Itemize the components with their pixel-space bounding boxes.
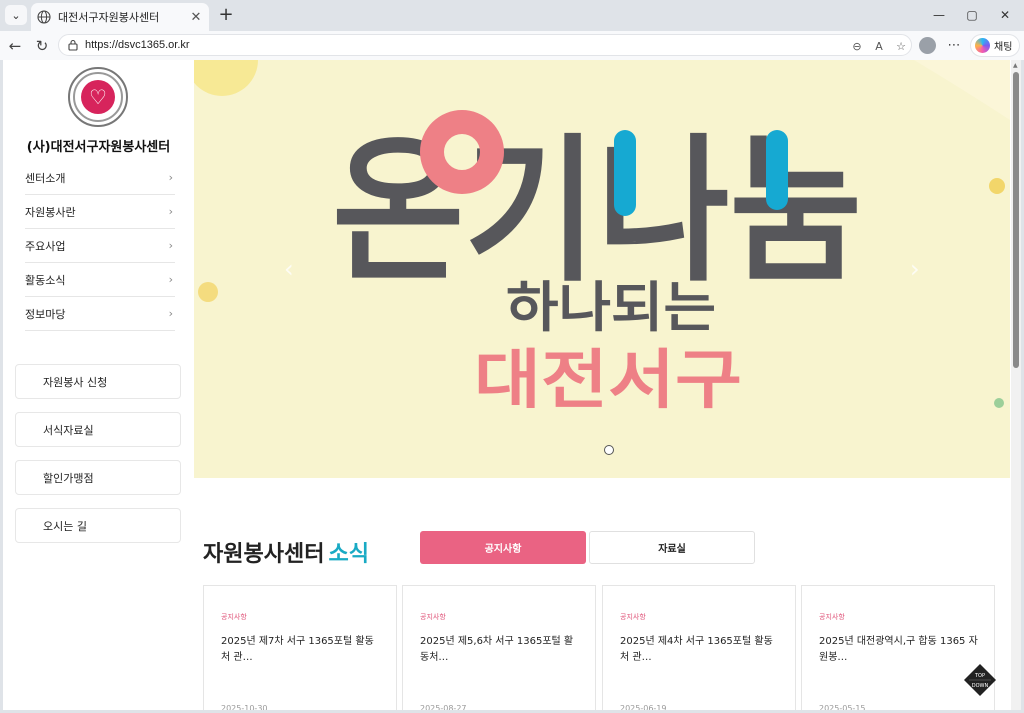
heart-icon: ♡ bbox=[81, 80, 115, 114]
card-category: 공지사항 bbox=[420, 613, 446, 621]
tab-notices[interactable]: 공지사항 bbox=[420, 531, 586, 564]
more-options-button[interactable]: ⋯ bbox=[944, 35, 964, 55]
chevron-right-icon: › bbox=[168, 205, 173, 218]
maximize-button[interactable]: ▢ bbox=[959, 4, 985, 26]
menu-item-activity-news[interactable]: 활동소식 › bbox=[25, 263, 175, 297]
slide-next-icon[interactable]: › bbox=[910, 255, 920, 283]
card-date: 2025-10-30 bbox=[221, 704, 268, 710]
menu-item-info[interactable]: 정보마당 › bbox=[25, 297, 175, 331]
browser-tab-active[interactable]: 대전서구자원봉사센터 ✕ bbox=[31, 3, 209, 31]
page-viewport: ♡ (사)대전서구자원봉사센터 센터소개 › 자원봉사란 › 주요사업 › 활동소식 ›… bbox=[3, 60, 1021, 710]
copilot-chat-button[interactable]: 채팅 bbox=[970, 34, 1020, 57]
address-bar-row: ← ↻ https://dsvc1365.or.kr ⊖ A ☆ ⋯ 채팅 bbox=[0, 31, 1024, 60]
tab-close-icon[interactable]: ✕ bbox=[187, 8, 205, 26]
refresh-button[interactable]: ↻ bbox=[31, 35, 53, 57]
card-date: 2025-05-15 bbox=[819, 704, 866, 710]
copilot-icon bbox=[975, 38, 990, 53]
minimize-button[interactable]: — bbox=[926, 4, 952, 26]
news-card[interactable]: 공지사항 2025년 제7차 서구 1365포털 활동처 관… 2025-10-… bbox=[203, 585, 397, 710]
hero-graphic: 온기나눔 하나되는 대전서구 bbox=[194, 60, 1010, 418]
browser-tab-bar: ⌄ 대전서구자원봉사센터 ✕ + — ▢ ✕ bbox=[0, 0, 1024, 31]
diamond-icon bbox=[964, 664, 996, 696]
tab-resources[interactable]: 자료실 bbox=[589, 531, 755, 564]
news-card[interactable]: 공지사항 2025년 제4차 서구 1365포털 활동처 관… 2025-06-… bbox=[602, 585, 796, 710]
sidebar: ♡ (사)대전서구자원봉사센터 센터소개 › 자원봉사란 › 주요사업 › 활동소식 ›… bbox=[3, 60, 194, 710]
back-button[interactable]: ← bbox=[4, 35, 26, 57]
card-category: 공지사항 bbox=[221, 613, 247, 621]
quick-link-discount-stores[interactable]: 할인가맹점 bbox=[15, 460, 181, 495]
top-down-button[interactable]: TOP DOWN bbox=[963, 663, 997, 697]
quick-link-volunteer-apply[interactable]: 자원봉사 신청 bbox=[15, 364, 181, 399]
new-tab-button[interactable]: + bbox=[216, 5, 236, 25]
favorite-star-icon[interactable]: ☆ bbox=[893, 38, 909, 54]
news-section-title: 자원봉사센터 소식 bbox=[203, 542, 369, 567]
chevron-right-icon: › bbox=[168, 239, 173, 252]
card-title: 2025년 제7차 서구 1365포털 활동처 관… bbox=[221, 636, 374, 663]
profile-avatar[interactable] bbox=[919, 37, 936, 54]
slide-indicator-dot[interactable] bbox=[604, 445, 614, 455]
scrollbar-thumb[interactable] bbox=[1013, 72, 1019, 368]
scroll-up-icon[interactable]: ▲ bbox=[1013, 62, 1019, 69]
refresh-icon: ↻ bbox=[35, 37, 49, 55]
card-date: 2025-08-27 bbox=[420, 704, 467, 710]
card-title: 2025년 제5,6차 서구 1365포털 활동처… bbox=[420, 636, 574, 663]
chevron-right-icon: › bbox=[168, 273, 173, 286]
hero-banner: 온기나눔 하나되는 대전서구 ‹ › bbox=[194, 60, 1010, 478]
org-name: (사)대전서구자원봉사센터 bbox=[26, 140, 171, 155]
news-card[interactable]: 공지사항 2025년 제5,6차 서구 1365포털 활동처… 2025-08-… bbox=[402, 585, 596, 710]
menu-item-volunteer-about[interactable]: 자원봉사란 › bbox=[25, 195, 175, 229]
main-menu: 센터소개 › 자원봉사란 › 주요사업 › 활동소식 › 정보마당 › bbox=[25, 161, 175, 331]
quick-link-directions[interactable]: 오시는 길 bbox=[15, 508, 181, 543]
slide-prev-icon[interactable]: ‹ bbox=[284, 255, 294, 283]
tab-title: 대전서구자원봉사센터 bbox=[58, 11, 160, 24]
globe-icon bbox=[37, 10, 51, 24]
lock-icon bbox=[68, 39, 78, 51]
menu-item-center-intro[interactable]: 센터소개 › bbox=[25, 161, 175, 195]
copilot-label: 채팅 bbox=[994, 42, 1013, 53]
card-title: 2025년 대전광역시,구 합동 1365 자원봉… bbox=[819, 636, 978, 663]
read-aloud-icon[interactable]: A bbox=[871, 38, 887, 54]
close-window-button[interactable]: ✕ bbox=[992, 4, 1018, 26]
org-logo[interactable]: ♡ bbox=[68, 67, 128, 127]
hero-text-becoming-one: 하나되는 bbox=[506, 276, 716, 339]
top-label: TOP bbox=[974, 673, 985, 679]
chevron-right-icon: › bbox=[168, 171, 173, 184]
tab-actions-menu-button[interactable]: ⌄ bbox=[5, 5, 27, 25]
card-category: 공지사항 bbox=[819, 613, 845, 621]
chevron-down-icon: ⌄ bbox=[11, 8, 21, 22]
card-category: 공지사항 bbox=[620, 613, 646, 621]
url-input[interactable]: https://dsvc1365.or.kr ⊖ A ☆ bbox=[58, 34, 912, 56]
chevron-right-icon: › bbox=[168, 307, 173, 320]
quick-link-forms[interactable]: 서식자료실 bbox=[15, 412, 181, 447]
url-text: https://dsvc1365.or.kr bbox=[85, 39, 190, 51]
zoom-icon[interactable]: ⊖ bbox=[849, 38, 865, 54]
card-title: 2025년 제4차 서구 1365포털 활동처 관… bbox=[620, 636, 773, 663]
page-scrollbar[interactable]: ▲ bbox=[1011, 60, 1021, 710]
down-label: DOWN bbox=[971, 683, 989, 689]
card-date: 2025-06-19 bbox=[620, 704, 667, 710]
arrow-left-icon: ← bbox=[8, 37, 22, 55]
hero-text-daejeon-seogu: 대전서구 bbox=[474, 344, 742, 418]
menu-item-main-projects[interactable]: 주요사업 › bbox=[25, 229, 175, 263]
